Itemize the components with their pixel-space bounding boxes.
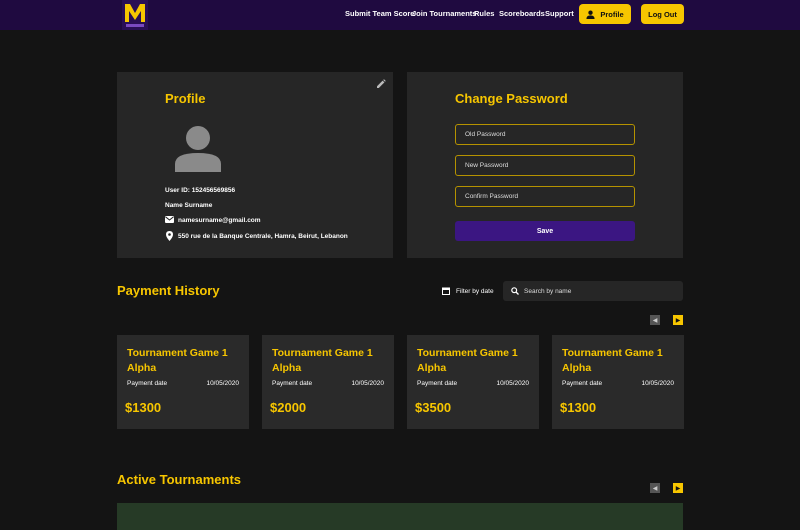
nav-scoreboards[interactable]: Scoreboards xyxy=(499,9,545,18)
payment-card-name: Tournament Game 1 Alpha xyxy=(417,347,518,374)
filter-by-date[interactable]: Filter by date xyxy=(456,288,494,295)
payment-next-button[interactable]: ▶ xyxy=(673,315,683,325)
edit-icon[interactable] xyxy=(376,79,386,89)
user-address: 550 rue de la Banque Centrale, Hamra, Be… xyxy=(178,233,348,240)
payment-card[interactable]: Tournament Game 1 Alpha Payment date 10/… xyxy=(262,335,394,429)
payment-date-label: Payment date xyxy=(562,380,603,387)
nav-join-tournaments[interactable]: Join Tournaments xyxy=(412,9,476,18)
save-button[interactable]: Save xyxy=(455,221,635,241)
profile-button-label: Profile xyxy=(600,9,624,19)
nav-submit-team-score[interactable]: Submit Team Score xyxy=(345,9,414,18)
active-tournaments-title: Active Tournaments xyxy=(117,472,242,487)
payment-date: 10/05/2020 xyxy=(206,380,239,387)
nav-rules[interactable]: Rules xyxy=(474,9,494,18)
payment-prev-button[interactable]: ◀ xyxy=(650,315,660,325)
new-password-field[interactable]: New Password xyxy=(455,155,635,176)
brand-logo[interactable] xyxy=(120,0,150,30)
logout-button-label: Log Out xyxy=(648,9,677,19)
payment-amount: $2000 xyxy=(270,400,307,415)
payment-history-title: Payment History xyxy=(117,283,220,298)
save-button-label: Save xyxy=(536,227,554,235)
profile-button[interactable]: Profile xyxy=(579,4,631,24)
payment-date-label: Payment date xyxy=(127,380,168,387)
user-email: namesurname@gmail.com xyxy=(178,217,261,224)
payment-date-label: Payment date xyxy=(417,380,458,387)
change-password-title: Change Password xyxy=(455,91,568,106)
user-name: Name Surname xyxy=(165,202,213,209)
nav-support[interactable]: Support xyxy=(545,9,574,18)
new-password-placeholder: New Password xyxy=(465,162,509,169)
active-tournament-banner[interactable] xyxy=(117,503,683,530)
payment-date: 10/05/2020 xyxy=(641,380,674,387)
logout-button[interactable]: Log Out xyxy=(641,4,684,24)
payment-date: 10/05/2020 xyxy=(351,380,384,387)
payment-card-name: Tournament Game 1 Alpha xyxy=(127,347,228,374)
tournaments-prev-button[interactable]: ◀ xyxy=(650,483,660,493)
old-password-placeholder: Old Password xyxy=(465,131,506,138)
calendar-icon[interactable] xyxy=(442,287,450,295)
profile-title: Profile xyxy=(165,91,206,106)
location-pin-icon xyxy=(166,231,173,241)
old-password-field[interactable]: Old Password xyxy=(455,124,635,145)
payment-card[interactable]: Tournament Game 1 Alpha Payment date 10/… xyxy=(117,335,249,429)
user-icon xyxy=(586,10,595,19)
confirm-password-placeholder: Confirm Password xyxy=(465,193,519,200)
payment-date-label: Payment date xyxy=(272,380,313,387)
payment-card-name: Tournament Game 1 Alpha xyxy=(272,347,373,374)
avatar-icon xyxy=(175,126,221,172)
top-navbar: Submit Team Score Join Tournaments Rules… xyxy=(0,0,800,30)
payment-card[interactable]: Tournament Game 1 Alpha Payment date 10/… xyxy=(552,335,684,429)
search-input[interactable]: Search by name xyxy=(503,281,683,301)
profile-panel xyxy=(117,72,393,258)
confirm-password-field[interactable]: Confirm Password xyxy=(455,186,635,207)
payment-card[interactable]: Tournament Game 1 Alpha Payment date 10/… xyxy=(407,335,539,429)
mail-icon xyxy=(165,216,174,223)
payment-amount: $3500 xyxy=(415,400,452,415)
payment-card-name: Tournament Game 1 Alpha xyxy=(562,347,663,374)
search-placeholder: Search by name xyxy=(524,288,572,295)
tournaments-next-button[interactable]: ▶ xyxy=(673,483,683,493)
payment-amount: $1300 xyxy=(125,400,162,415)
payment-date: 10/05/2020 xyxy=(496,380,529,387)
user-id: User ID: 152456569856 xyxy=(165,187,236,194)
payment-amount: $1300 xyxy=(560,400,597,415)
search-icon xyxy=(511,287,519,295)
